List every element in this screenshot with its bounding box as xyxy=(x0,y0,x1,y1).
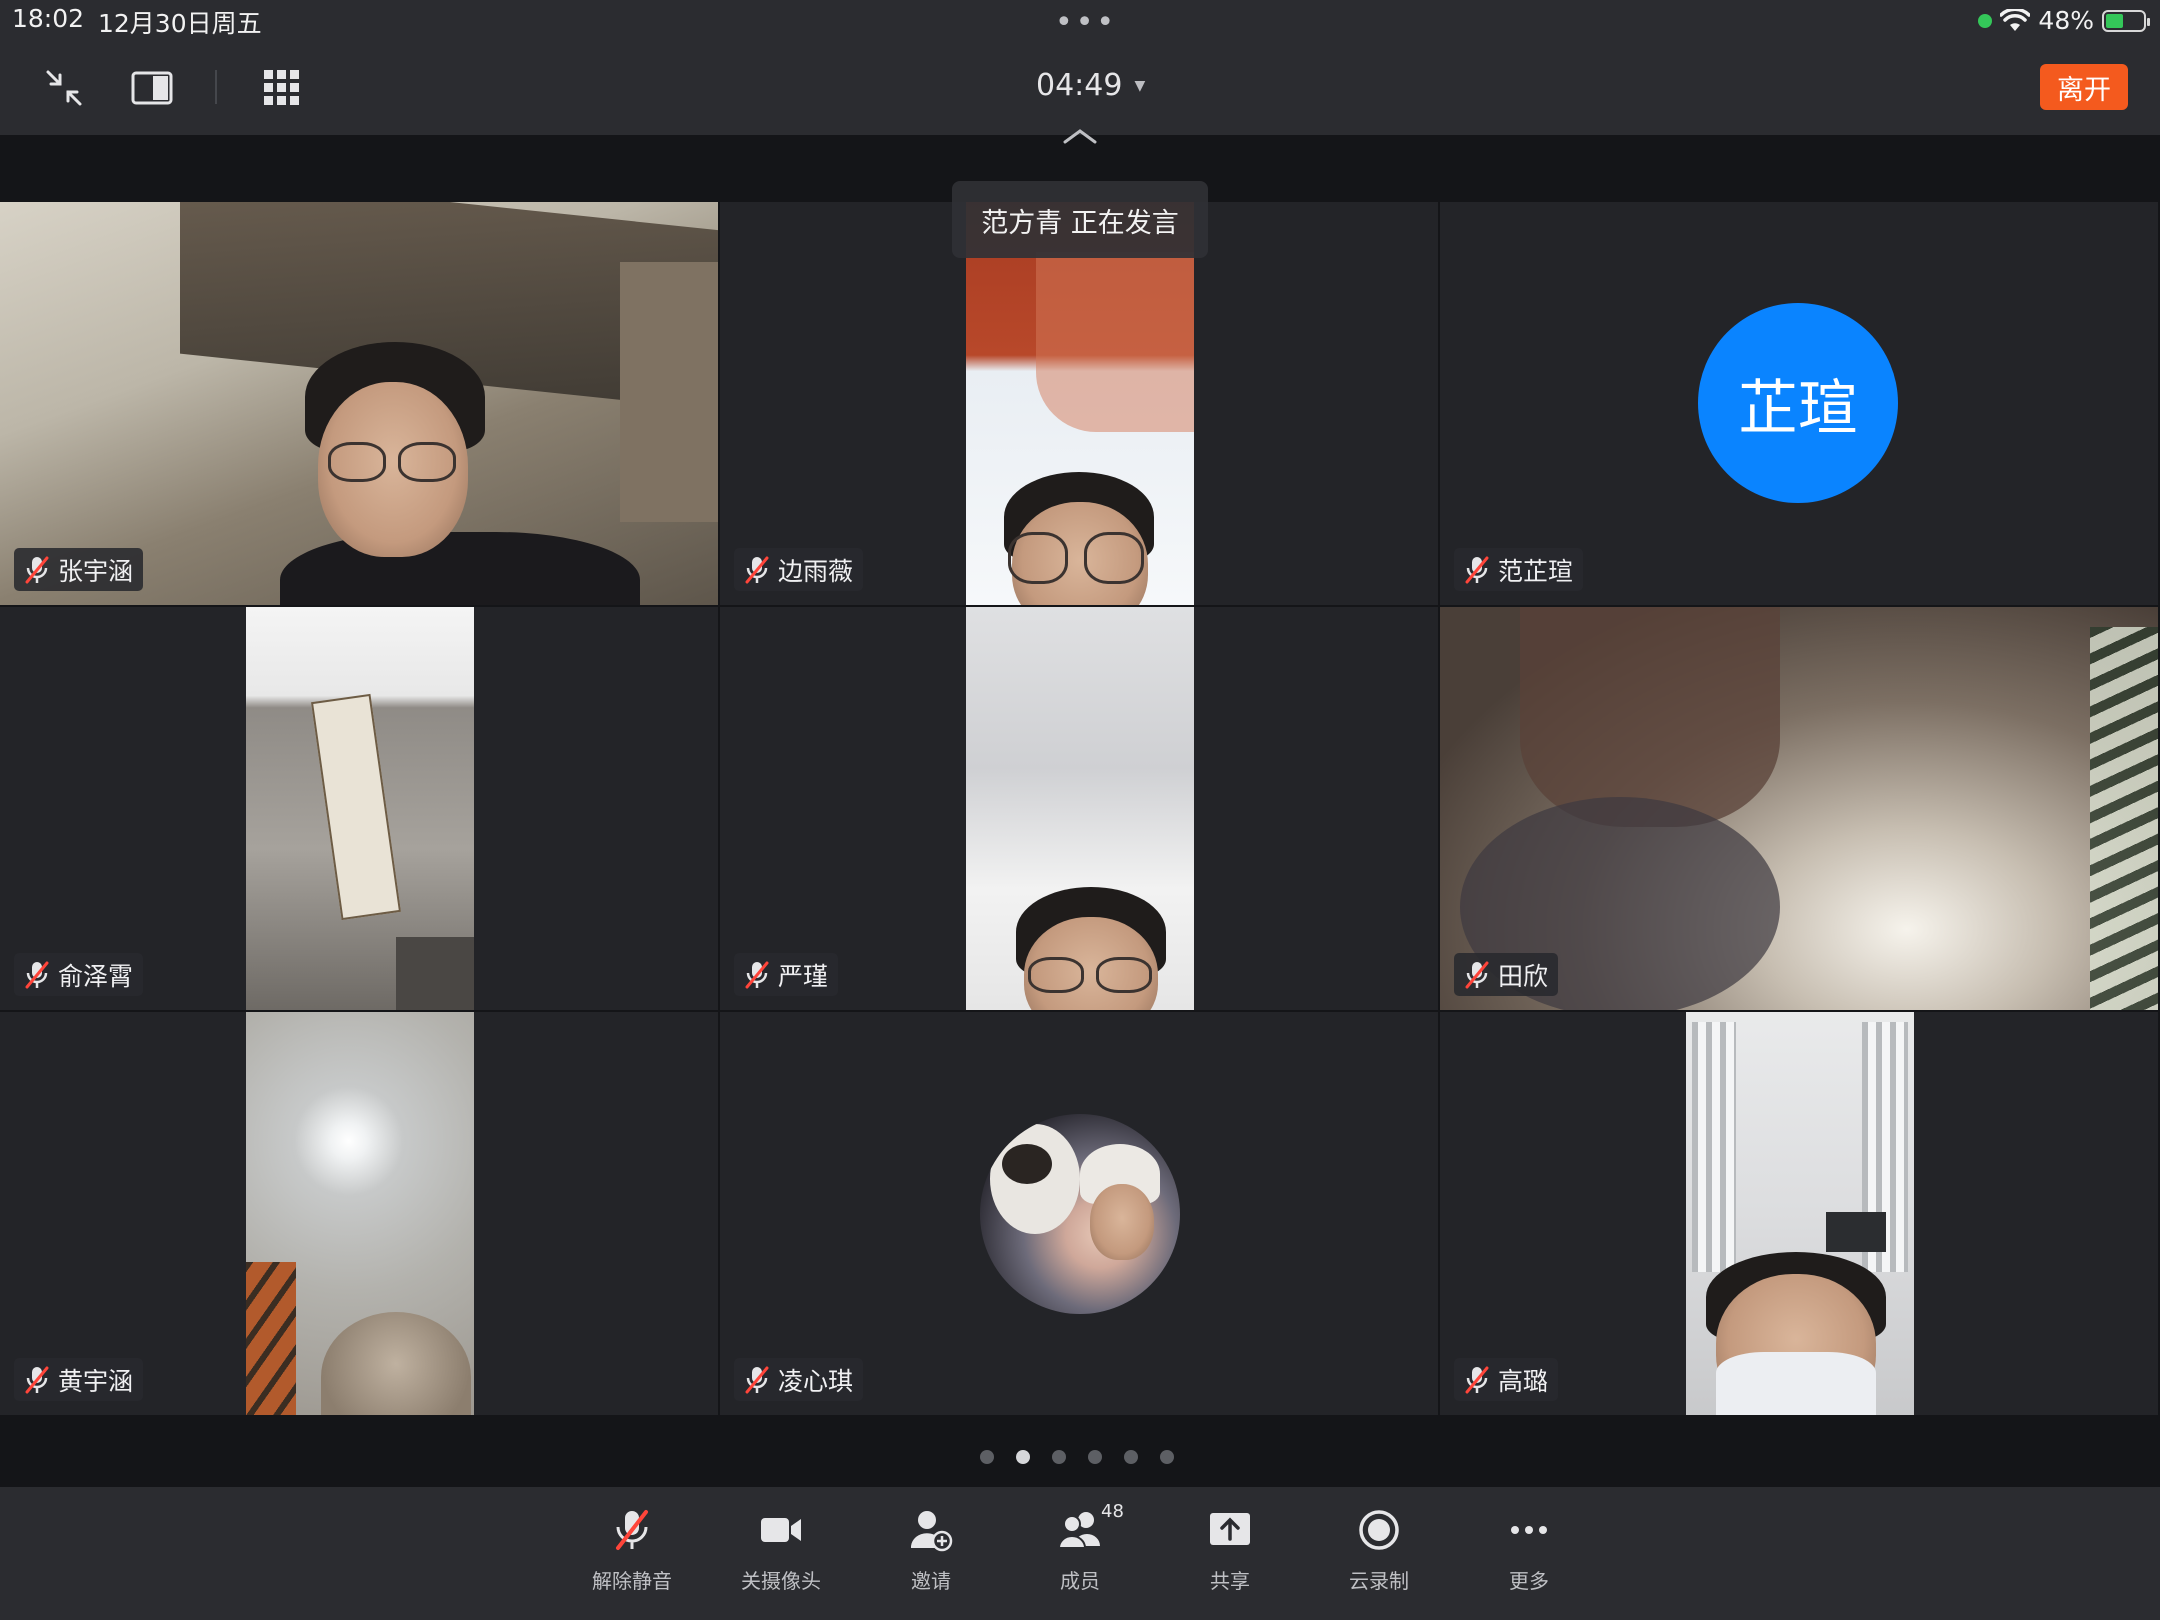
participant-tile[interactable]: 田欣 xyxy=(1440,607,2160,1012)
participant-tile[interactable]: 严瑾 xyxy=(720,607,1440,1012)
mic-muted-icon xyxy=(745,961,769,988)
page-dot[interactable] xyxy=(1052,1450,1066,1464)
camera-in-use-icon xyxy=(1978,13,1993,28)
chevron-up-icon[interactable] xyxy=(1062,126,1098,146)
participant-name: 俞泽霄 xyxy=(58,961,134,991)
participant-video xyxy=(0,202,718,605)
participant-video xyxy=(246,1012,474,1415)
participant-name: 凌心琪 xyxy=(778,1366,854,1396)
members-button[interactable]: 48 成员 xyxy=(1010,1501,1150,1594)
meeting-timer[interactable]: 04:49 ▼ xyxy=(1036,68,1145,103)
share-button[interactable]: 共享 xyxy=(1160,1507,1300,1594)
invite-user-icon xyxy=(908,1507,954,1553)
toolbar-label: 云录制 xyxy=(1349,1569,1409,1593)
toolbar-divider xyxy=(215,70,217,104)
mic-muted-icon xyxy=(1465,556,1489,583)
toolbar-label: 更多 xyxy=(1509,1569,1549,1593)
unmute-button[interactable]: 解除静音 xyxy=(562,1507,702,1594)
share-icon xyxy=(1207,1507,1253,1553)
participant-name-tag: 俞泽霄 xyxy=(14,953,144,996)
top-bar: 18:02 12月30日周五 ••• 48% 04:49 ▼ 离开 xyxy=(0,0,2160,144)
participant-avatar: 芷瑄 xyxy=(1698,303,1898,503)
participant-name: 严瑾 xyxy=(778,961,829,991)
status-date: 12月30日周五 xyxy=(98,9,262,38)
toolbar-label: 解除静音 xyxy=(592,1569,672,1593)
page-dot[interactable] xyxy=(1088,1450,1102,1464)
active-speaker-banner: 范方青 正在发言 xyxy=(952,181,1208,258)
participant-name: 范芷瑄 xyxy=(1498,556,1574,586)
mic-muted-icon xyxy=(609,1507,655,1553)
participant-tile[interactable]: 凌心琪 xyxy=(720,1012,1440,1417)
mic-muted-icon xyxy=(25,961,49,988)
participant-video xyxy=(966,202,1194,605)
participant-tile[interactable]: 黄宇涵 xyxy=(0,1012,720,1417)
timer-text: 04:49 xyxy=(1036,68,1123,103)
caret-down-icon: ▼ xyxy=(1134,77,1146,94)
mic-muted-icon xyxy=(745,556,769,583)
page-dot[interactable] xyxy=(1160,1450,1174,1464)
participant-name: 边雨薇 xyxy=(778,556,854,586)
participant-name-tag: 张宇涵 xyxy=(14,548,144,591)
page-dot[interactable] xyxy=(1016,1450,1030,1464)
page-dot[interactable] xyxy=(980,1450,994,1464)
participant-name: 张宇涵 xyxy=(58,556,134,586)
record-icon xyxy=(1356,1507,1402,1553)
toolbar-label: 邀请 xyxy=(911,1569,951,1593)
pagination-dots[interactable] xyxy=(980,1450,1174,1464)
participant-avatar xyxy=(980,1114,1180,1314)
more-button[interactable]: 更多 xyxy=(1459,1507,1599,1594)
page-dot[interactable] xyxy=(1124,1450,1138,1464)
participant-name-tag: 田欣 xyxy=(1454,953,1559,996)
participant-tile[interactable]: 俞泽霄 xyxy=(0,607,720,1012)
cloud-record-button[interactable]: 云录制 xyxy=(1309,1507,1449,1594)
toolbar-label: 共享 xyxy=(1210,1569,1250,1593)
participant-name: 高璐 xyxy=(1498,1366,1549,1396)
participant-name-tag: 范芷瑄 xyxy=(1454,548,1584,591)
meeting-screen: 18:02 12月30日周五 ••• 48% 04:49 ▼ 离开 范方青 正在… xyxy=(0,0,2160,1620)
stop-camera-button[interactable]: 关摄像头 xyxy=(711,1507,851,1594)
participant-video xyxy=(1686,1012,1914,1415)
wifi-icon xyxy=(2000,8,2031,31)
invite-button[interactable]: 邀请 xyxy=(861,1507,1001,1594)
toolbar-label: 成员 xyxy=(1060,1569,1100,1593)
mic-muted-icon xyxy=(25,556,49,583)
participant-video xyxy=(246,607,474,1010)
participant-name: 黄宇涵 xyxy=(58,1366,134,1396)
battery-icon xyxy=(2102,9,2150,32)
members-count-badge: 48 xyxy=(1101,1501,1124,1522)
participant-name-tag: 黄宇涵 xyxy=(14,1358,144,1401)
mic-muted-icon xyxy=(1465,1366,1489,1393)
bottom-toolbar: 解除静音 关摄像头 邀请 48 成员 共享 云录制 更多 xyxy=(0,1487,2160,1620)
participant-tile[interactable]: 芷瑄 范芷瑄 xyxy=(1440,202,2160,607)
participant-video xyxy=(966,607,1194,1010)
battery-percent: 48% xyxy=(2038,6,2094,35)
participant-tile[interactable]: 高璐 xyxy=(1440,1012,2160,1417)
status-time: 18:02 xyxy=(12,4,85,33)
shrink-icon[interactable] xyxy=(42,66,86,110)
participant-name-tag: 严瑾 xyxy=(734,953,839,996)
camera-icon xyxy=(758,1507,804,1553)
participant-name-tag: 高璐 xyxy=(1454,1358,1559,1401)
sidebar-toggle-icon[interactable] xyxy=(130,66,174,110)
mic-muted-icon xyxy=(1465,961,1489,988)
status-indicators: 48% xyxy=(1978,6,2150,35)
grid-view-icon[interactable] xyxy=(260,66,304,110)
participant-video xyxy=(1440,607,2158,1010)
multitasking-dots-icon[interactable]: ••• xyxy=(1055,8,1117,38)
participant-name: 田欣 xyxy=(1498,961,1549,991)
participant-tile[interactable]: 张宇涵 xyxy=(0,202,720,607)
participant-tile[interactable]: 边雨薇 xyxy=(720,202,1440,607)
video-grid: 张宇涵 边雨薇 芷瑄 范芷瑄 俞泽霄 严瑾 田欣 黄宇涵 凌心琪 高璐 xyxy=(0,202,2160,1417)
participant-name-tag: 凌心琪 xyxy=(734,1358,864,1401)
more-icon xyxy=(1506,1507,1552,1553)
participant-name-tag: 边雨薇 xyxy=(734,548,864,591)
mic-muted-icon xyxy=(25,1366,49,1393)
toolbar-label: 关摄像头 xyxy=(741,1569,821,1593)
mic-muted-icon xyxy=(745,1366,769,1393)
members-icon: 48 xyxy=(1057,1501,1124,1553)
leave-button[interactable]: 离开 xyxy=(2040,64,2128,110)
